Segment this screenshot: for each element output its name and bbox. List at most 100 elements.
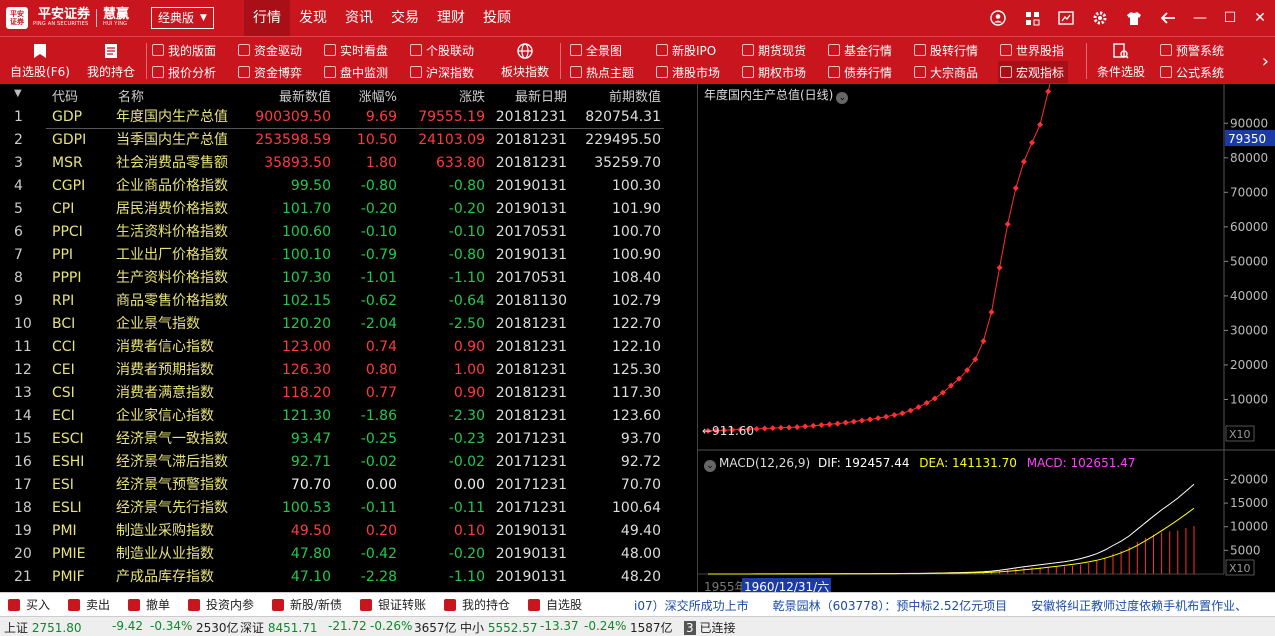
table-row[interactable]: 2 GDPI 当季国内生产总值 253598.59 10.50 24103.09 20181… — [0, 129, 697, 152]
bank-icon — [360, 598, 372, 611]
toolbar-bond-quotes[interactable]: 债券行情 — [828, 61, 892, 83]
toolbar-capital-drive[interactable]: 资金驱动 — [238, 39, 302, 61]
gear-icon[interactable] — [1083, 0, 1117, 36]
toolbar-label: 全景图 — [586, 43, 623, 58]
toolbar-stock-link[interactable]: 个股联动 — [410, 39, 474, 61]
sell-button[interactable]: 卖出 — [68, 596, 110, 613]
latest-value: 100.53 — [282, 500, 331, 516]
toolbar-hot-topics[interactable]: 热点主题 — [570, 61, 634, 83]
chevron-right-icon[interactable]: › — [1262, 37, 1269, 85]
toolbar-panorama[interactable]: 全景图 — [570, 39, 622, 61]
table-row[interactable]: 3 MSR 社会消费品零售额 35893.50 1.80 633.80 20181231 35… — [0, 152, 697, 175]
sector-index-button[interactable]: 板块指数 — [496, 37, 554, 85]
table-row[interactable]: 8 PPPI 生产资料价格指数 107.30 -1.01 -1.10 20170531 108… — [0, 267, 697, 290]
table-row[interactable]: 15 ESCI 经济景气一致指数 93.47 -0.25 -0.23 20171231 93.… — [0, 428, 697, 451]
change-percent: 1.80 — [365, 155, 397, 171]
header-code[interactable]: 代码 — [52, 86, 78, 105]
table-row[interactable]: 17 ESI 经济景气预警指数 70.70 0.00 0.00 20171231 70.70 — [0, 474, 697, 497]
stock-screener-button[interactable]: 条件选股 — [1092, 37, 1150, 85]
gdp-series-line — [707, 84, 1051, 432]
table-row[interactable]: 7 PPI 工业出厂价格指数 100.10 -0.79 -0.80 20190131 100.… — [0, 244, 697, 267]
tab-advisor[interactable]: 投顾 — [474, 0, 520, 36]
toolbar-neeq-quotes[interactable]: 股转行情 — [914, 39, 978, 61]
toolbar-ipo[interactable]: 新股IPO — [656, 39, 716, 61]
table-row[interactable]: 4 CGPI 企业商品价格指数 99.50 -0.80 -0.80 20190131 100.… — [0, 175, 697, 198]
new-issue-button[interactable]: 新股/新债 — [272, 596, 342, 613]
chevron-down-icon[interactable]: ⌄ — [704, 460, 716, 472]
toolbar-my-layout[interactable]: 我的版面 — [152, 39, 216, 61]
chart-window-icon[interactable] — [1049, 0, 1083, 36]
cancel-order-button[interactable]: 撤单 — [128, 596, 170, 613]
header-prev[interactable]: 前期数值 — [609, 86, 661, 105]
world-icon — [1000, 44, 1012, 56]
table-row[interactable]: 11 CCI 消费者信心指数 123.00 0.74 0.90 20181231 122.10 — [0, 336, 697, 359]
table-row[interactable]: 20 PMIE 制造业从业指数 47.80 -0.42 -0.20 20190131 48.0… — [0, 543, 697, 566]
bank-transfer-button[interactable]: 银证转账 — [360, 596, 426, 613]
toolbar-alert-system[interactable]: 预警系统 — [1160, 39, 1224, 61]
maximize-icon[interactable]: ☐ — [1215, 0, 1245, 36]
header-pct[interactable]: 涨幅% — [359, 86, 397, 105]
watchlist-button[interactable]: 自选股(F6) — [6, 37, 74, 85]
toolbar-options-market[interactable]: 期权市场 — [742, 61, 806, 83]
back-arrow-icon[interactable] — [1151, 0, 1185, 36]
toolbar-hk-market[interactable]: 港股市场 — [656, 61, 720, 83]
gdp-data-point — [1004, 221, 1011, 228]
grid-icon[interactable] — [1015, 0, 1049, 36]
toolbar-quote-analysis[interactable]: 报价分析 — [152, 61, 216, 83]
sort-icon[interactable]: ▼ — [14, 88, 22, 99]
sh-index[interactable]: 上证 2751.80 — [4, 619, 81, 636]
toolbar-realtime-watch[interactable]: 实时看盘 — [324, 39, 388, 61]
toolbar-macro-indicators[interactable]: 宏观指标 — [998, 61, 1069, 83]
shirt-icon[interactable] — [1117, 0, 1151, 36]
buy-button[interactable]: 买入 — [8, 596, 50, 613]
table-row[interactable]: 19 PMI 制造业采购指数 49.50 0.20 0.10 20190131 49.40 — [0, 520, 697, 543]
table-row[interactable]: 21 PMIF 产成品库存指数 47.10 -2.28 -1.10 20190131 48.2… — [0, 566, 697, 589]
table-row[interactable]: 14 ECI 企业家信心指数 121.30 -1.86 -2.30 20181231 123.… — [0, 405, 697, 428]
filter-doc-icon — [1113, 42, 1129, 63]
tab-news[interactable]: 资讯 — [336, 0, 382, 36]
toolbar-world-index[interactable]: 世界股指 — [1000, 39, 1064, 61]
table-row[interactable]: 13 CSI 消费者满意指数 118.20 0.77 0.90 20181231 117.30 — [0, 382, 697, 405]
tab-market[interactable]: 行情 — [244, 0, 290, 36]
latest-date: 20181231 — [495, 385, 567, 401]
minimize-icon[interactable]: — — [1185, 0, 1215, 36]
toolbar-commodities[interactable]: 大宗商品 — [914, 61, 978, 83]
toolbar-intraday-monitor[interactable]: 盘中监测 — [324, 61, 388, 83]
news-ticker[interactable]: i07）深交所成功上市 乾景园林（603778）：预中标2.52亿元项目 安徽将… — [634, 597, 1247, 614]
toolbar-formula-system[interactable]: 公式系统 — [1160, 61, 1224, 83]
header-chg[interactable]: 涨跌 — [459, 86, 485, 105]
table-row[interactable]: 10 BCI 企业景气指数 120.20 -2.04 -2.50 20181231 122.7… — [0, 313, 697, 336]
my-holdings-button[interactable]: 我的持仓 — [444, 596, 510, 613]
toolbar-sh-sz-index[interactable]: 沪深指数 — [410, 61, 474, 83]
table-row[interactable]: 1 GDP 年度国内生产总值 900309.50 9.69 79555.19 2018123… — [0, 106, 697, 129]
user-icon[interactable] — [981, 0, 1015, 36]
zx-index[interactable]: 中小 5552.57 — [460, 619, 537, 636]
insights-button[interactable]: 投资内参 — [188, 596, 254, 613]
toolbar-futures-spot[interactable]: 期货现货 — [742, 39, 806, 61]
tab-discover[interactable]: 发现 — [290, 0, 336, 36]
sz-pct: -0.26% — [370, 619, 413, 633]
watchlist-bar-button[interactable]: 自选股 — [528, 596, 582, 613]
connection-status[interactable]: 3 已连接 — [684, 619, 735, 636]
edition-selector[interactable]: 经典版 ▼ — [151, 7, 214, 29]
close-icon[interactable]: ✕ — [1245, 0, 1275, 36]
sz-index[interactable]: 深证 8451.71 — [240, 619, 317, 636]
header-name[interactable]: 名称 — [118, 86, 144, 105]
table-row[interactable]: 5 CPI 居民消费价格指数 101.70 -0.20 -0.20 20190131 101.… — [0, 198, 697, 221]
row-index: 4 — [14, 178, 23, 194]
toolbar-fund-quotes[interactable]: 基金行情 — [828, 39, 892, 61]
y-tick-label: 80000 — [1230, 151, 1268, 165]
latest-value: 100.10 — [282, 247, 331, 263]
table-row[interactable]: 6 PPCI 生活资料价格指数 100.60 -0.10 -0.10 20170531 100… — [0, 221, 697, 244]
table-row[interactable]: 16 ESHI 经济景气滞后指数 92.71 -0.02 -0.02 20171231 92.… — [0, 451, 697, 474]
holdings-button[interactable]: 我的持仓 — [80, 37, 142, 85]
header-price[interactable]: 最新数值 — [279, 86, 331, 105]
table-row[interactable]: 18 ESLI 经济景气先行指数 100.53 -0.11 -0.11 20171231 10… — [0, 497, 697, 520]
change-amount: -2.30 — [448, 408, 485, 424]
tab-trade[interactable]: 交易 — [382, 0, 428, 36]
tab-wealth[interactable]: 理财 — [428, 0, 474, 36]
header-date[interactable]: 最新日期 — [515, 86, 567, 105]
toolbar-capital-game[interactable]: 资金博弈 — [238, 61, 302, 83]
table-row[interactable]: 12 CEI 消费者预期指数 126.30 0.80 1.00 20181231 125.30 — [0, 359, 697, 382]
table-row[interactable]: 9 RPI 商品零售价格指数 102.15 -0.62 -0.64 20181130 102.… — [0, 290, 697, 313]
